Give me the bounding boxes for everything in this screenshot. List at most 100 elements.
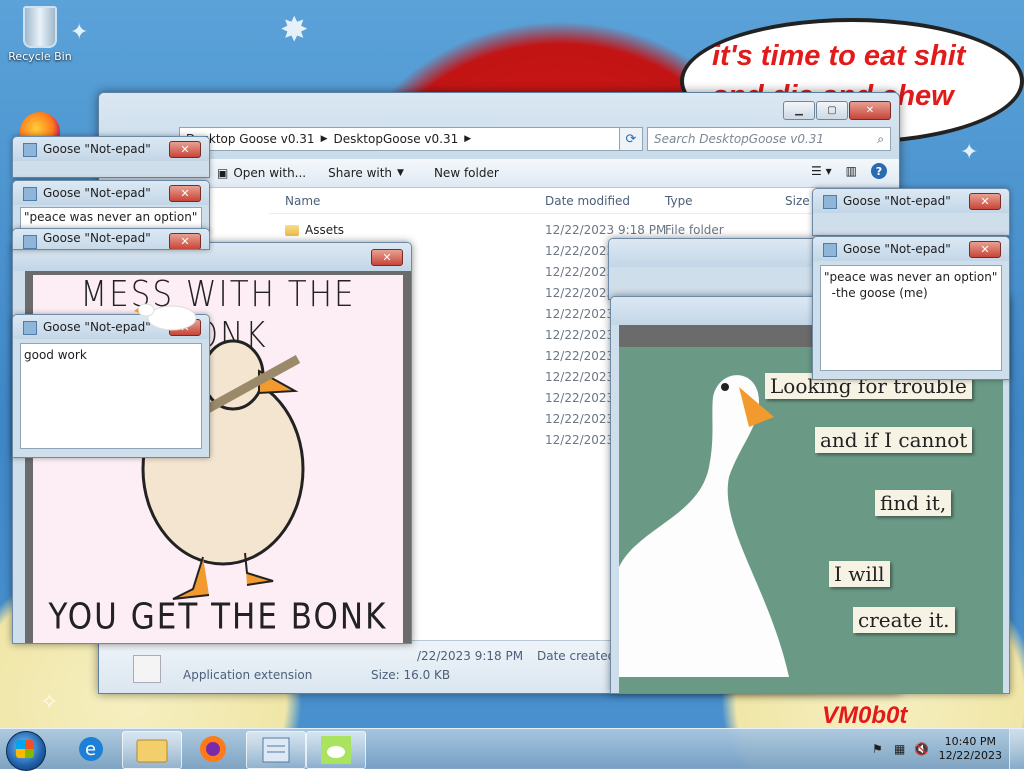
close-button[interactable]: ✕: [969, 241, 1001, 258]
column-type[interactable]: Type: [665, 194, 693, 208]
recycle-bin-label: Recycle Bin: [8, 50, 72, 63]
taskbar: e ⚑ ▦ 🔇 10:40 PM 12/22/2023: [0, 728, 1024, 771]
notepad-window[interactable]: Goose "Not-epad" ✕: [12, 228, 210, 250]
network-icon[interactable]: ▦: [894, 742, 905, 756]
notepad-window[interactable]: Goose "Not-epad" ✕ "peace was never an o…: [12, 180, 210, 234]
file-type-icon: [133, 655, 161, 683]
snowflake-decoration: ✧: [40, 690, 59, 715]
notepad-window[interactable]: Goose "Not-epad" ✕: [812, 188, 1010, 236]
window-title: Goose "Not-epad": [43, 142, 151, 156]
title-bar[interactable]: Goose "Not-epad" ✕: [813, 237, 1009, 261]
image-window-back[interactable]: [608, 238, 822, 300]
notepad-window-peace[interactable]: Goose "Not-epad" ✕ "peace was never an o…: [812, 236, 1010, 380]
action-center-icon[interactable]: ⚑: [872, 742, 883, 756]
command-bar: ▣ Open with... Share with ▼ New folder ☰…: [99, 159, 899, 188]
window-title: Goose "Not-epad": [43, 231, 151, 245]
column-size[interactable]: Size: [785, 194, 810, 208]
notepad-icon: [823, 195, 837, 209]
close-button[interactable]: ✕: [169, 141, 201, 158]
trouble-meme-image: Looking for trouble and if I cannot find…: [619, 325, 1003, 693]
open-with-label: Open with...: [233, 166, 307, 180]
window-title: Goose "Not-epad": [843, 194, 951, 208]
close-button[interactable]: ✕: [169, 233, 201, 249]
column-name[interactable]: Name: [285, 194, 320, 208]
clock-time: 10:40 PM: [944, 735, 996, 748]
taskbar-desktop-goose[interactable]: [306, 731, 366, 769]
minimize-button[interactable]: ▁: [783, 101, 815, 120]
snowflake-decoration: ✦: [960, 140, 979, 165]
show-desktop-button[interactable]: [1009, 729, 1024, 769]
artist-signature: VM0b0t: [822, 702, 908, 729]
view-controls: ☰ ▾ ▥ ?: [797, 163, 887, 179]
notepad-text[interactable]: good work: [20, 343, 202, 449]
notepad-window[interactable]: Goose "Not-epad" ✕: [12, 136, 210, 178]
share-with-label: Share with: [328, 166, 393, 180]
open-with-button[interactable]: ▣ Open with...: [217, 166, 306, 180]
help-icon[interactable]: ?: [871, 163, 887, 179]
recycle-bin-shortcut[interactable]: Recycle Bin: [6, 6, 74, 63]
column-date-modified[interactable]: Date modified: [545, 194, 630, 208]
notepad-text[interactable]: "peace was never an option" -the goose (…: [820, 265, 1002, 371]
close-button[interactable]: ✕: [371, 249, 403, 266]
search-placeholder: Search DesktopGoose v0.31: [654, 132, 825, 146]
svg-text:e: e: [85, 739, 96, 760]
table-row[interactable]: Assets 12/22/2023 9:18 PM File folder: [269, 220, 899, 240]
clock[interactable]: 10:40 PM 12/22/2023: [939, 735, 1002, 763]
file-type: File folder: [665, 223, 724, 237]
search-icon[interactable]: ⌕: [877, 132, 884, 147]
new-folder-button[interactable]: New folder: [434, 166, 499, 180]
breadcrumb-item[interactable]: DesktopGoose v0.31: [333, 132, 458, 146]
file-size: Size: 16.0 KB: [371, 668, 451, 682]
notepad-icon: [823, 243, 837, 257]
cutout-note: I will: [829, 561, 890, 587]
taskbar-internet-explorer[interactable]: e: [62, 731, 120, 767]
modified-value: /22/2023 9:18 PM: [417, 649, 524, 663]
new-folder-label: New folder: [433, 166, 499, 180]
preview-pane-icon[interactable]: ▥: [846, 164, 857, 178]
volume-muted-icon[interactable]: 🔇: [914, 742, 929, 756]
notepad-icon: [23, 187, 37, 201]
snowflake-decoration: ✸: [280, 10, 309, 50]
goose-app-icon: [321, 736, 351, 764]
address-bar[interactable]: Desktop Goose v0.31 ▶ DesktopGoose v0.31…: [179, 127, 641, 151]
folder-icon: [136, 739, 168, 763]
notepad-icon: [23, 143, 37, 157]
maximize-button[interactable]: ▢: [816, 101, 848, 120]
system-tray: ⚑ ▦ 🔇 10:40 PM 12/22/2023: [854, 729, 1024, 769]
taskbar-notepad[interactable]: [246, 731, 306, 769]
window-title: Goose "Not-epad": [843, 242, 951, 256]
title-bar[interactable]: [609, 239, 821, 267]
refresh-button[interactable]: ⟳: [619, 127, 643, 151]
taskbar-file-explorer[interactable]: [122, 731, 182, 769]
file-date: 12/22/2023 9:18 PM: [545, 223, 667, 237]
firefox-icon: [200, 736, 226, 762]
file-type: Application extension: [183, 668, 313, 682]
title-bar[interactable]: Goose "Not-epad" ✕: [813, 189, 1009, 213]
windows-logo-icon: [16, 740, 34, 758]
close-button[interactable]: ✕: [969, 193, 1001, 210]
notepad-icon: [23, 235, 37, 249]
start-button[interactable]: [6, 731, 46, 771]
cutout-note: find it,: [875, 490, 952, 516]
search-input[interactable]: Search DesktopGoose v0.31 ⌕: [647, 127, 891, 151]
close-button[interactable]: ✕: [169, 185, 201, 202]
close-button[interactable]: ✕: [849, 101, 891, 120]
file-name: Assets: [285, 223, 344, 237]
chevron-right-icon[interactable]: ▶: [464, 134, 471, 144]
column-headers: Name Date modified Type Size: [269, 189, 899, 214]
title-bar[interactable]: Goose "Not-epad" ✕: [13, 137, 209, 161]
view-options-icon[interactable]: ☰ ▾: [811, 164, 832, 178]
notepad-icon: [262, 737, 290, 763]
chevron-right-icon[interactable]: ▶: [321, 134, 328, 144]
taskbar-firefox[interactable]: [184, 731, 242, 767]
file-name-text: Assets: [305, 223, 345, 237]
internet-explorer-icon: e: [79, 737, 103, 761]
share-with-button[interactable]: Share with ▼: [328, 166, 404, 180]
goose-illustration: [619, 375, 789, 677]
desktop-goose-sprite[interactable]: [134, 298, 198, 334]
notepad-window-good-work[interactable]: Goose "Not-epad" ✕ good work: [12, 314, 210, 458]
cutout-note: and if I cannot: [815, 427, 973, 453]
title-bar[interactable]: Goose "Not-epad" ✕: [13, 181, 209, 205]
window-title: Goose "Not-epad": [43, 186, 151, 200]
title-bar[interactable]: Goose "Not-epad" ✕: [13, 229, 209, 249]
